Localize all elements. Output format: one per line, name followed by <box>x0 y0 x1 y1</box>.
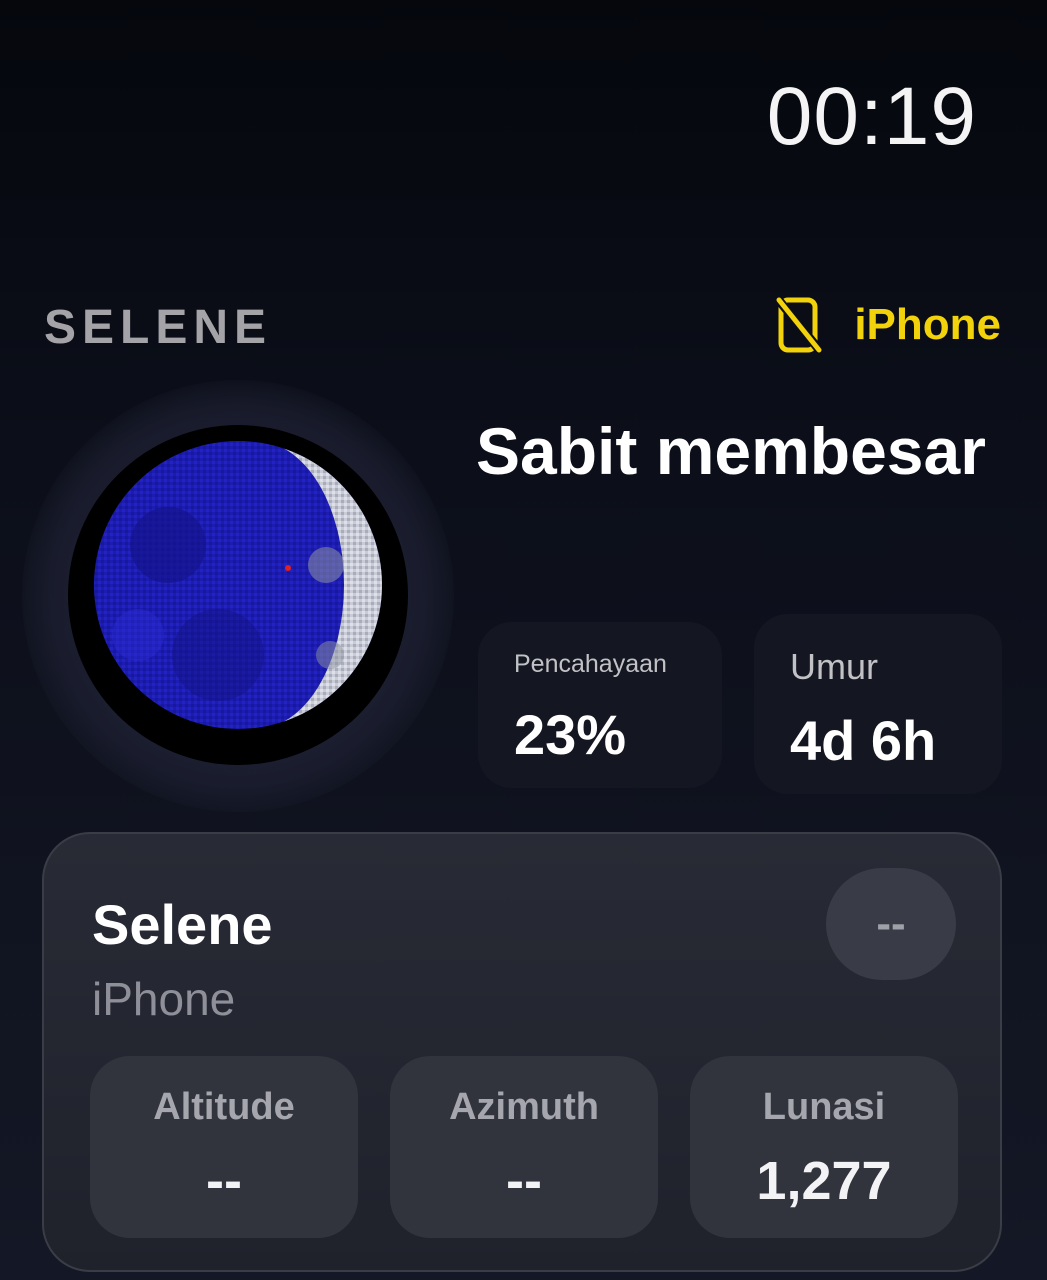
device-label: iPhone <box>854 300 1001 349</box>
clock-time: 00:19 <box>766 71 977 162</box>
lunation-tile: Lunasi 1,277 <box>690 1056 958 1238</box>
altitude-value: -- <box>206 1151 242 1211</box>
app-title: SELENE <box>44 301 273 354</box>
lunation-value: 1,277 <box>756 1151 892 1211</box>
illumination-card: Pencahayaan 23% <box>478 622 722 788</box>
moon-age-card: Umur 4d 6h <box>754 614 1002 794</box>
moon-phase-name: Sabit membesar <box>476 414 986 488</box>
azimuth-label: Azimuth <box>449 1086 599 1128</box>
altitude-label: Altitude <box>153 1086 295 1128</box>
device-connection-button[interactable]: iPhone <box>776 296 1001 354</box>
altitude-tile: Altitude -- <box>90 1056 358 1238</box>
lunation-label: Lunasi <box>762 1086 886 1128</box>
phone-slash-icon <box>776 296 823 354</box>
moon-age-label: Umur <box>790 646 878 687</box>
panel-title: Selene <box>92 893 273 956</box>
panel-subtitle: iPhone <box>92 973 236 1025</box>
illumination-value: 23% <box>514 703 627 766</box>
moon-glow <box>22 380 454 812</box>
illumination-label: Pencahayaan <box>514 650 667 678</box>
moon-age-value: 4d 6h <box>790 709 937 772</box>
moon-phase-image <box>68 425 408 765</box>
status-badge[interactable]: -- <box>826 868 956 980</box>
azimuth-value: -- <box>506 1151 542 1211</box>
azimuth-tile: Azimuth -- <box>390 1056 658 1238</box>
device-position-panel: Selene iPhone -- Altitude -- Azimuth -- … <box>42 832 1002 1272</box>
